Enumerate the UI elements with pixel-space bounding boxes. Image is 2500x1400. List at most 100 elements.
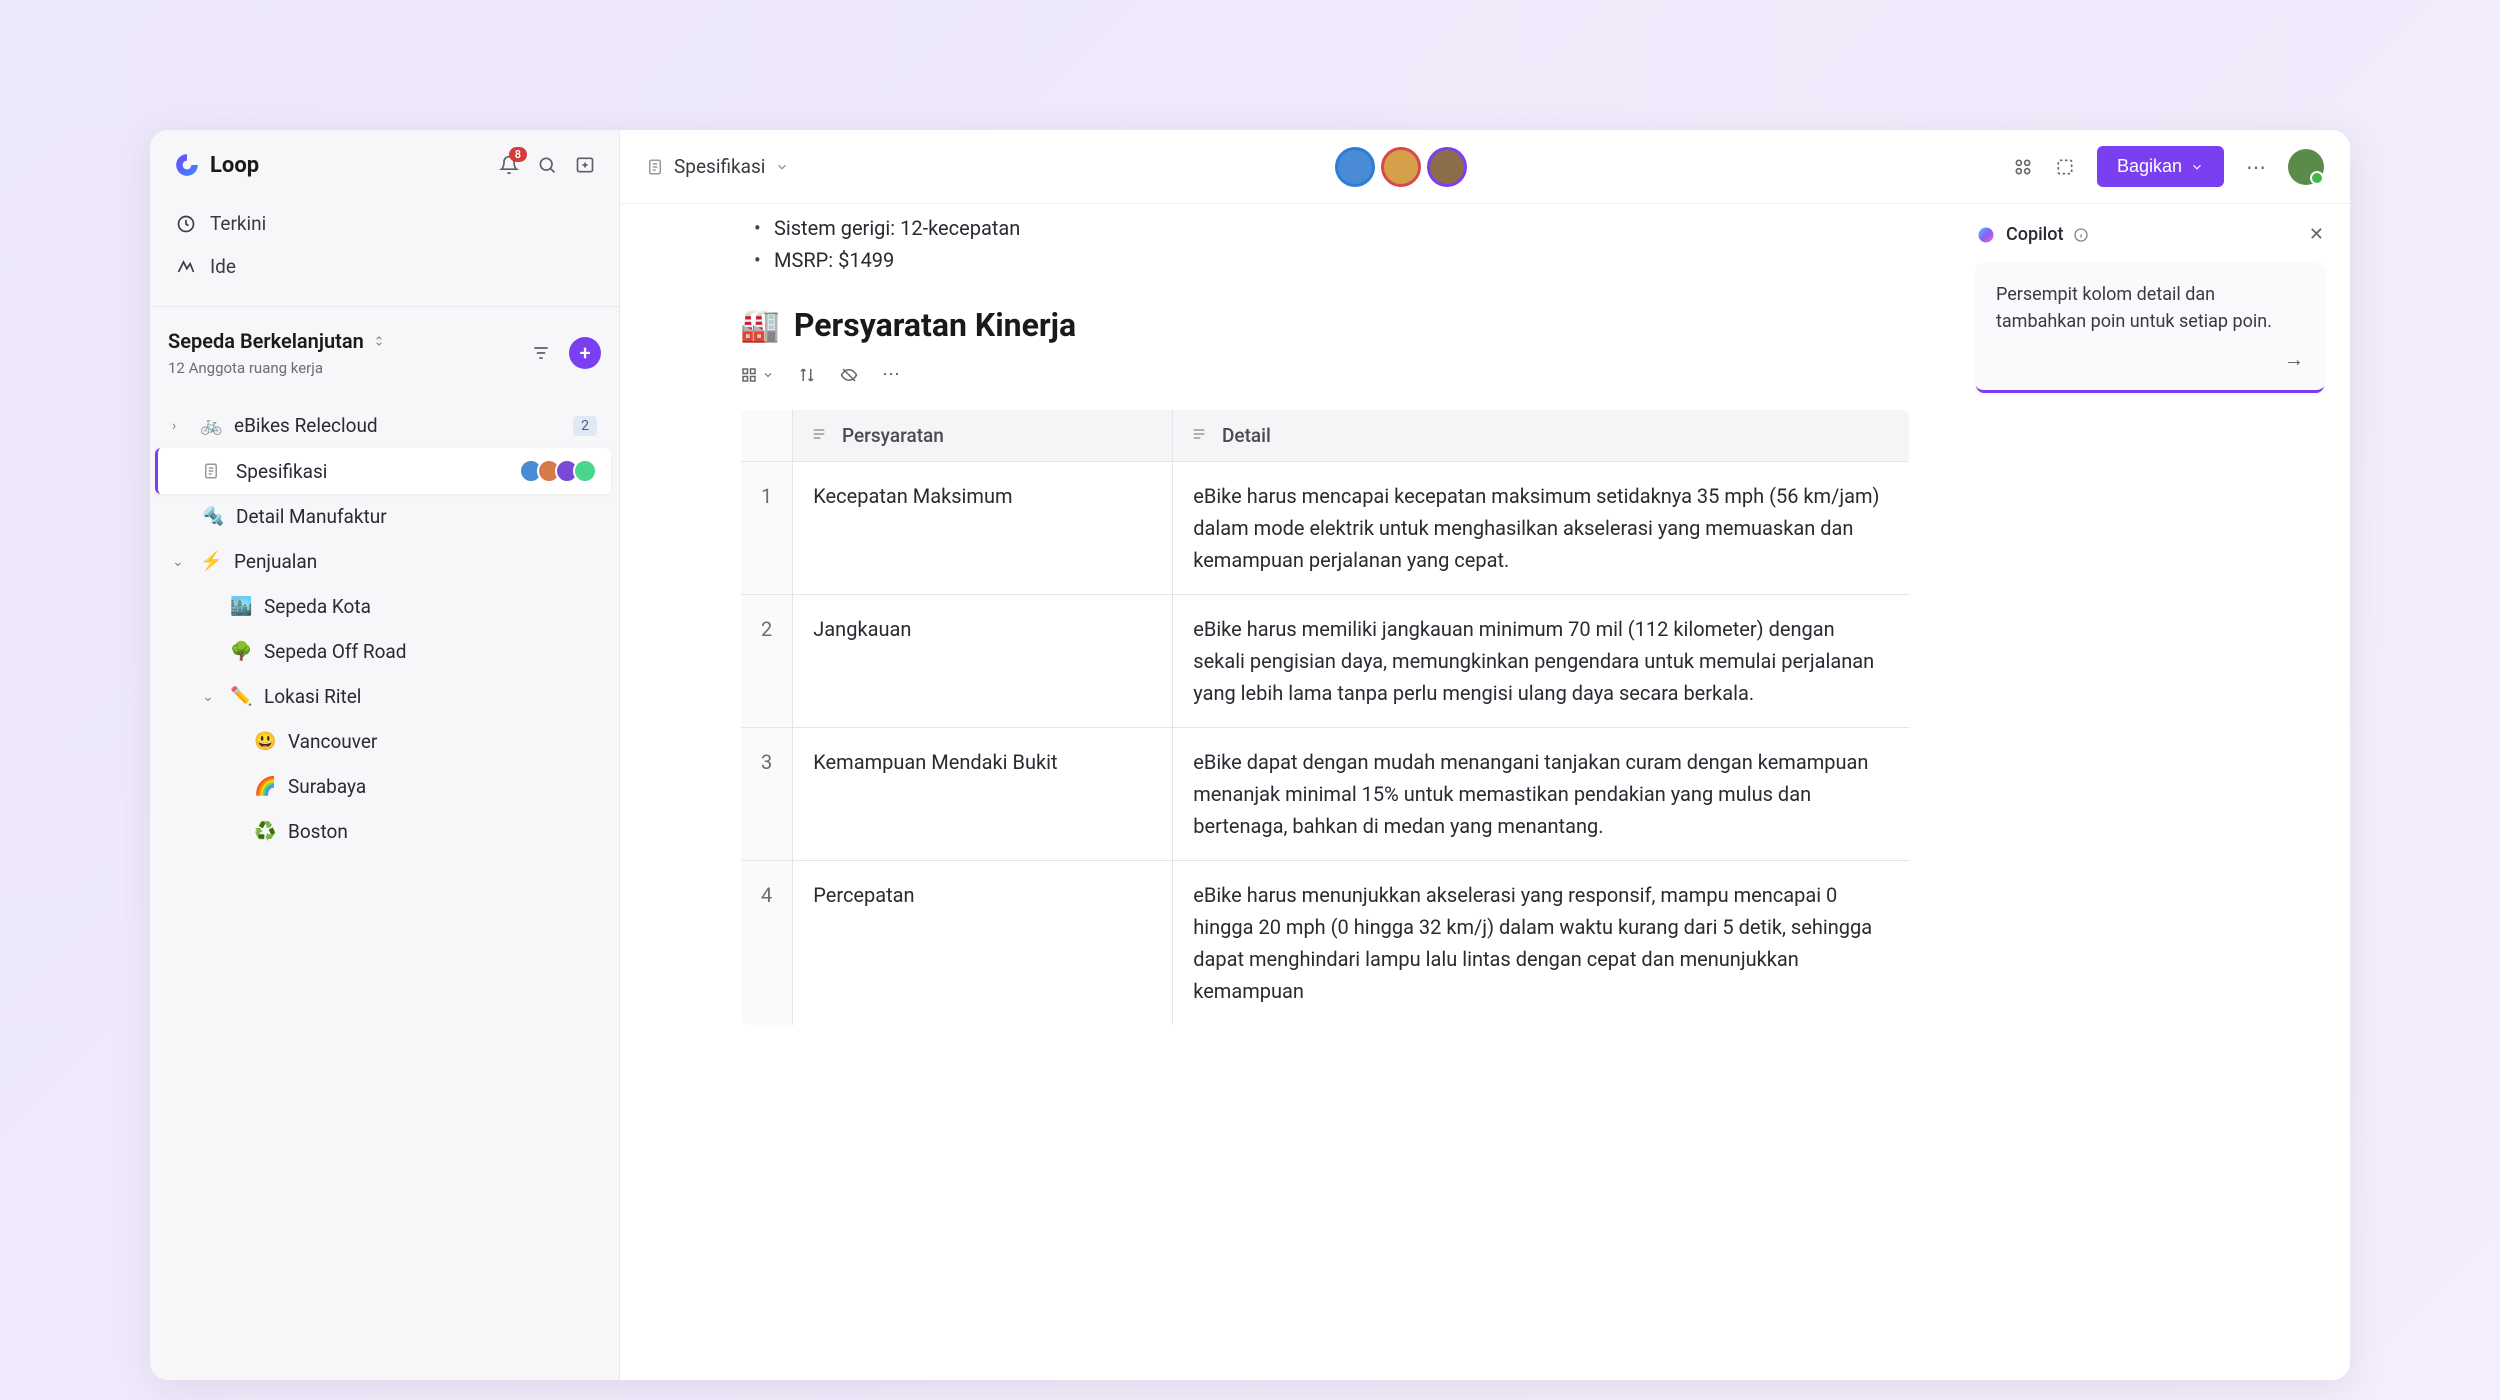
table-header-detail-label: Detail: [1222, 424, 1271, 447]
workspace-subtitle: 12 Anggota ruang kerja: [168, 359, 386, 377]
table-cell-num: 4: [741, 861, 793, 1026]
sort-icon[interactable]: [798, 366, 816, 384]
view-grid-icon[interactable]: [740, 366, 774, 384]
table-row[interactable]: 4 Percepatan eBike harus menunjukkan aks…: [741, 861, 1910, 1026]
section-heading[interactable]: 🏭 Persyaratan Kinerja: [740, 306, 1910, 344]
copilot-card[interactable]: Persempit kolom detail dan tambahkan poi…: [1976, 263, 2324, 393]
copilot-title: Copilot: [2006, 224, 2063, 245]
user-avatar[interactable]: [2288, 149, 2324, 185]
list-filter-icon[interactable]: [531, 343, 551, 363]
table-row[interactable]: 1 Kecepatan Maksimum eBike harus mencapa…: [741, 462, 1910, 595]
pencil-icon: ✏️: [230, 686, 252, 707]
text-icon: [1191, 424, 1212, 447]
search-icon[interactable]: [537, 155, 557, 175]
bolt-icon: ⚡: [200, 551, 222, 572]
tree-retail-label: Lokasi Ritel: [264, 685, 597, 708]
notification-count: 8: [509, 147, 527, 162]
tree-surabaya-label: Surabaya: [288, 775, 597, 798]
table-header-num[interactable]: [741, 410, 793, 462]
workspace-title[interactable]: Sepeda Berkelanjutan: [168, 329, 364, 353]
tree-city-label: Sepeda Kota: [264, 595, 597, 618]
table-header-req[interactable]: Persyaratan: [793, 410, 1173, 462]
main: Spesifikasi Bagikan: [620, 130, 2350, 1380]
table-header-detail[interactable]: Detail: [1173, 410, 1910, 462]
tree: › 🚲 eBikes Relecloud 2 Spesifikasi 🔩: [150, 389, 619, 868]
tree-manuf[interactable]: 🔩 Detail Manufaktur: [158, 494, 611, 539]
nav-recent[interactable]: Terkini: [162, 202, 607, 245]
table-cell-detail[interactable]: eBike harus mencapai kecepatan maksimum …: [1173, 462, 1910, 595]
page-icon: [202, 462, 224, 480]
document-area[interactable]: Sistem gerigi: 12-kecepatan MSRP: $1499 …: [620, 204, 1950, 1380]
rainbow-icon: 🌈: [254, 776, 276, 797]
copilot-prompt: Persempit kolom detail dan tambahkan poi…: [1996, 281, 2304, 335]
chevron-down-icon: [2190, 160, 2204, 174]
tree-spec[interactable]: Spesifikasi: [155, 448, 611, 494]
component-icon[interactable]: [2055, 157, 2075, 177]
close-icon[interactable]: ✕: [2309, 224, 2324, 245]
chevron-down-icon: ⌄: [172, 554, 188, 570]
tree-offroad[interactable]: 🌳 Sepeda Off Road: [158, 629, 611, 674]
notifications-icon[interactable]: 8: [499, 155, 519, 175]
tree-ebikes-badge: 2: [573, 416, 597, 436]
share-button[interactable]: Bagikan: [2097, 146, 2224, 187]
tree-spec-label: Spesifikasi: [236, 460, 513, 483]
avatar[interactable]: [1427, 147, 1467, 187]
tree-ebikes-label: eBikes Relecloud: [234, 414, 561, 437]
avatar[interactable]: [1381, 147, 1421, 187]
command-icon[interactable]: [2013, 157, 2033, 177]
tree-sales-label: Penjualan: [234, 550, 597, 573]
table-row[interactable]: 2 Jangkauan eBike harus memiliki jangkau…: [741, 595, 1910, 728]
sidebar-header: Loop 8: [150, 130, 619, 196]
info-icon[interactable]: [2073, 227, 2089, 243]
loop-logo-icon: [174, 152, 200, 178]
tree-boston[interactable]: ♻️ Boston: [158, 809, 611, 854]
panel-icon[interactable]: [575, 155, 595, 175]
table-cell-req[interactable]: Percepatan: [793, 861, 1173, 1026]
table-cell-detail[interactable]: eBike dapat dengan mudah menangani tanja…: [1173, 728, 1910, 861]
bullet-item[interactable]: MSRP: $1499: [774, 244, 1910, 276]
nav-ideas[interactable]: Ide: [162, 245, 607, 288]
table-cell-req[interactable]: Kecepatan Maksimum: [793, 462, 1173, 595]
nav-recent-label: Terkini: [210, 212, 266, 235]
tree-city[interactable]: 🏙️ Sepeda Kota: [158, 584, 611, 629]
bullet-item[interactable]: Sistem gerigi: 12-kecepatan: [774, 212, 1910, 244]
text-icon: [811, 424, 832, 447]
table-row[interactable]: 3 Kemampuan Mendaki Bukit eBike dapat de…: [741, 728, 1910, 861]
section-heading-text: Persyaratan Kinerja: [794, 306, 1076, 344]
tree-offroad-label: Sepeda Off Road: [264, 640, 597, 663]
workspace-section: Sepeda Berkelanjutan 12 Anggota ruang ke…: [150, 306, 619, 389]
table-cell-num: 1: [741, 462, 793, 595]
table-cell-detail[interactable]: eBike harus menunjukkan akselerasi yang …: [1173, 861, 1910, 1026]
chevron-right-icon: ›: [172, 418, 188, 434]
requirements-table: Persyaratan Detail 1: [740, 409, 1910, 1026]
chevron-down-icon: ⌄: [202, 689, 218, 705]
tree-surabaya[interactable]: 🌈 Surabaya: [158, 764, 611, 809]
table-cell-detail[interactable]: eBike harus memiliki jangkauan minimum 7…: [1173, 595, 1910, 728]
app-window: Loop 8 Terkini Ide: [150, 130, 2350, 1380]
tree-vancouver[interactable]: 😃 Vancouver: [158, 719, 611, 764]
more-icon[interactable]: ⋯: [882, 364, 900, 385]
chevron-down-icon: [775, 160, 789, 174]
tree-sales[interactable]: ⌄ ⚡ Penjualan: [158, 539, 611, 584]
table-cell-req[interactable]: Jangkauan: [793, 595, 1173, 728]
table-cell-req[interactable]: Kemampuan Mendaki Bukit: [793, 728, 1173, 861]
sidebar-nav: Terkini Ide: [150, 196, 619, 294]
tree-manuf-label: Detail Manufaktur: [236, 505, 597, 528]
share-button-label: Bagikan: [2117, 156, 2182, 177]
lightbulb-icon: [176, 257, 196, 277]
clock-icon: [176, 214, 196, 234]
add-button[interactable]: +: [569, 337, 601, 369]
avatar[interactable]: [1335, 147, 1375, 187]
tree-boston-label: Boston: [288, 820, 597, 843]
table-header-req-label: Persyaratan: [842, 424, 944, 447]
breadcrumb[interactable]: Spesifikasi: [646, 155, 789, 178]
more-icon[interactable]: ⋯: [2246, 155, 2266, 179]
copilot-submit-icon[interactable]: →: [1996, 347, 2304, 372]
tree-ebikes[interactable]: › 🚲 eBikes Relecloud 2: [158, 403, 611, 448]
spec-bullets: Sistem gerigi: 12-kecepatan MSRP: $1499: [740, 204, 1910, 294]
visibility-icon[interactable]: [840, 366, 858, 384]
tree-retail[interactable]: ⌄ ✏️ Lokasi Ritel: [158, 674, 611, 719]
chevron-updown-icon[interactable]: [372, 334, 386, 348]
sidebar: Loop 8 Terkini Ide: [150, 130, 620, 1380]
page-icon: [646, 158, 664, 176]
